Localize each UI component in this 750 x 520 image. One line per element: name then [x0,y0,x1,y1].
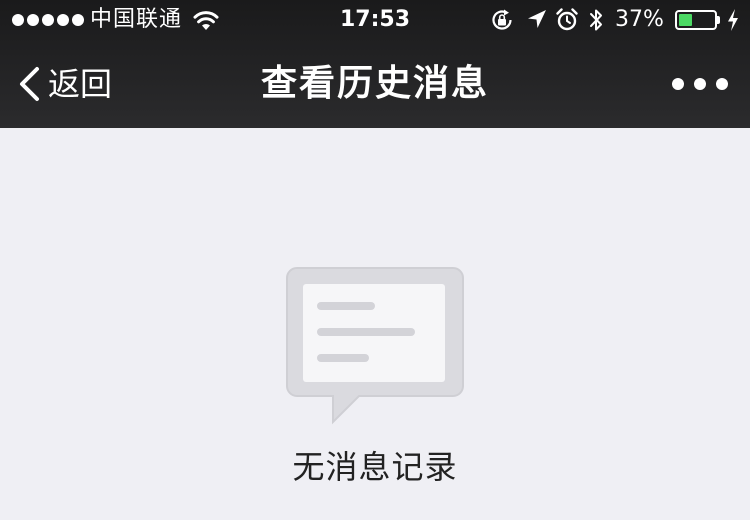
top-bar: 中国联通 17:53 37% 返回 查看历史消息 [0,0,750,128]
bluetooth-icon [590,9,602,31]
status-bar: 中国联通 17:53 37% [0,0,750,40]
location-icon [528,10,546,28]
rotation-lock-icon [492,9,512,30]
more-button[interactable] [672,70,728,98]
battery-fill [679,14,692,26]
battery-tip [717,16,720,24]
empty-message-icon [286,267,464,425]
more-dot [672,78,684,90]
charging-icon [728,9,738,31]
empty-state-message: 无消息记录 [292,448,458,486]
battery-icon [675,10,717,30]
navigation-bar: 返回 查看历史消息 [0,40,750,128]
alarm-icon [556,8,578,31]
more-dot [694,78,706,90]
more-dot [716,78,728,90]
page-title: 查看历史消息 [260,63,489,104]
battery-percentage: 37% [615,7,664,32]
